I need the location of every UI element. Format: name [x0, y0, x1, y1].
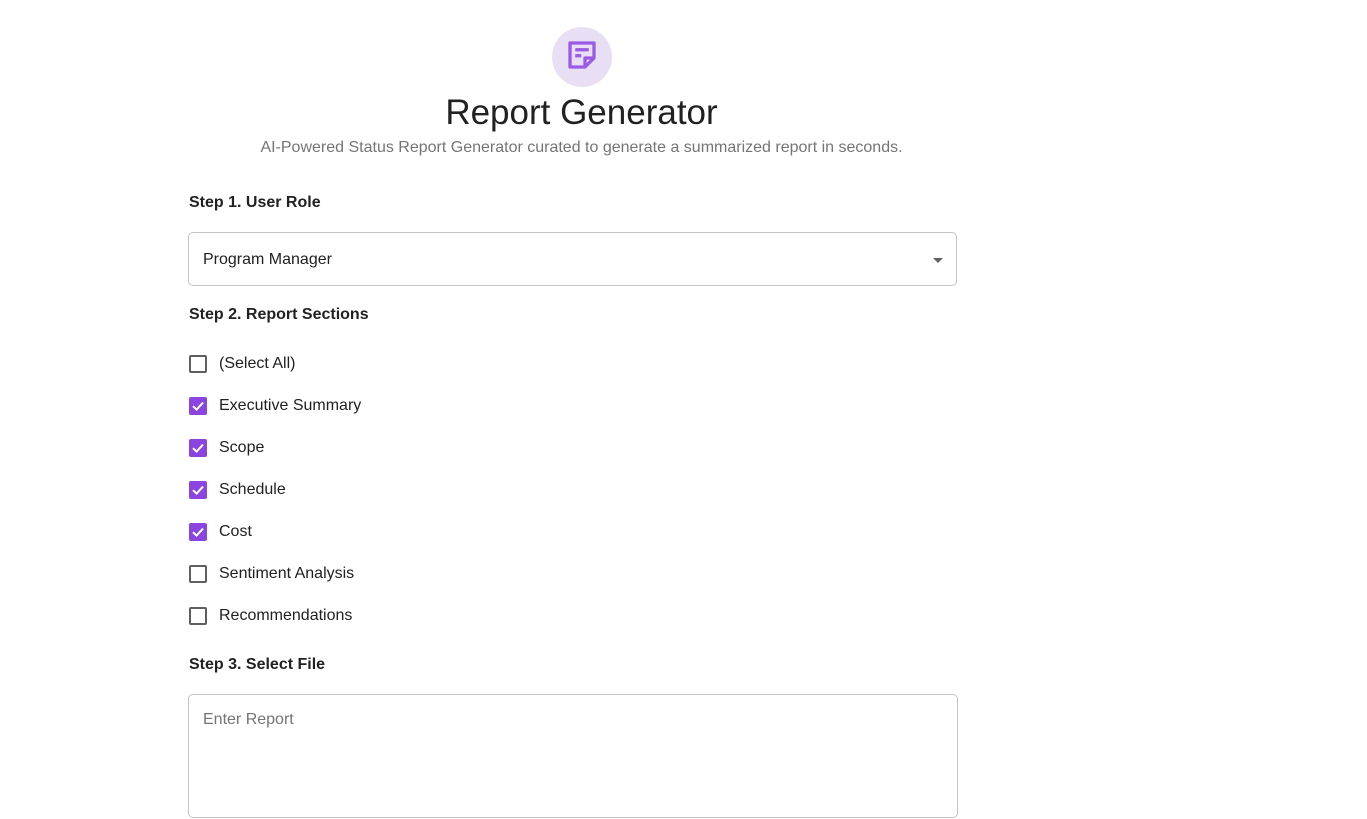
report-generator-page: Report Generator AI-Powered Status Repor…: [0, 0, 1367, 819]
checkmark-icon: [192, 485, 204, 496]
checkbox-cost[interactable]: Cost: [189, 522, 252, 542]
checkbox-label: Executive Summary: [219, 397, 362, 414]
checkbox-label: Recommendations: [219, 607, 353, 624]
page-subtitle: AI-Powered Status Report Generator curat…: [260, 139, 903, 156]
checkmark-icon: [192, 527, 204, 538]
checkbox-recommendations[interactable]: Recommendations: [189, 606, 352, 626]
checkbox-label: Scope: [219, 439, 265, 456]
checkmark-icon: [192, 401, 204, 412]
step2-label: Step 2. Report Sections: [189, 306, 369, 323]
checkbox-box[interactable]: [189, 523, 207, 541]
report-note-icon: [564, 37, 600, 78]
checkbox-box[interactable]: [189, 607, 207, 625]
checkbox-box[interactable]: [189, 565, 207, 583]
page-title: Report Generator: [445, 93, 718, 132]
checkbox-label: Sentiment Analysis: [219, 565, 355, 582]
checkbox-box[interactable]: [189, 481, 207, 499]
user-role-value: Program Manager: [203, 251, 332, 268]
logo-badge: [552, 27, 612, 87]
checkbox-executive-summary[interactable]: Executive Summary: [189, 396, 361, 416]
report-text-input[interactable]: [188, 694, 958, 818]
checkbox-label: Schedule: [219, 481, 286, 498]
checkbox-sentiment-analysis[interactable]: Sentiment Analysis: [189, 564, 354, 584]
checkbox-scope[interactable]: Scope: [189, 438, 264, 458]
checkbox-select-all[interactable]: (Select All): [189, 354, 295, 374]
checkbox-label: Cost: [219, 523, 252, 540]
checkbox-box[interactable]: [189, 355, 207, 373]
chevron-down-icon: [933, 258, 943, 263]
checkbox-box[interactable]: [189, 397, 207, 415]
checkbox-schedule[interactable]: Schedule: [189, 480, 286, 500]
checkbox-box[interactable]: [189, 439, 207, 457]
user-role-select[interactable]: Program Manager: [188, 232, 957, 286]
step3-label: Step 3. Select File: [189, 656, 326, 673]
checkmark-icon: [192, 443, 204, 454]
checkbox-label: (Select All): [219, 355, 296, 372]
step1-label: Step 1. User Role: [189, 194, 321, 211]
